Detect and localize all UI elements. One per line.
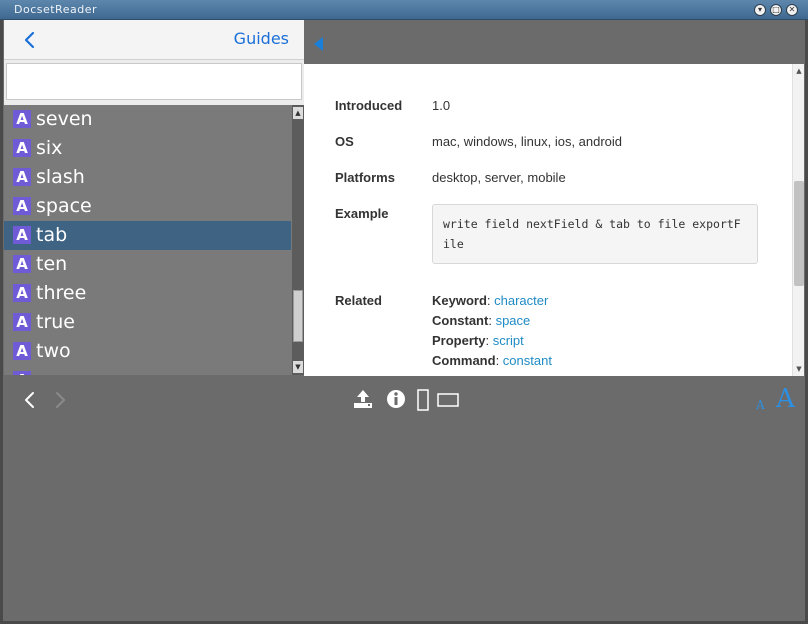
separator: :	[488, 313, 496, 328]
font-larger-button[interactable]: A	[776, 384, 795, 414]
related-item: Constant: space	[432, 313, 530, 328]
chevron-left-icon[interactable]	[20, 30, 40, 50]
search-area	[4, 60, 304, 105]
introduced-value: 1.0	[432, 98, 451, 113]
list-item[interactable]: Asix	[4, 134, 291, 163]
list-item[interactable]: Aspace	[4, 192, 291, 221]
portrait-icon[interactable]	[417, 389, 429, 411]
keyword-type-badge: A	[13, 226, 31, 244]
related-link[interactable]: character	[494, 293, 548, 308]
related-item: Property: script	[432, 333, 524, 348]
related-type: Constant	[432, 313, 489, 328]
list-item[interactable]: Atab	[4, 221, 291, 250]
list-item-label: ten	[36, 253, 68, 275]
keyword-type-badge: A	[13, 284, 31, 302]
list-item[interactable]: Aten	[4, 250, 291, 279]
list-item-label: true	[36, 311, 75, 333]
list-item-label: space	[36, 195, 92, 217]
maximize-icon[interactable]: □	[770, 4, 782, 16]
list-item-label: seven	[36, 108, 93, 130]
related-link[interactable]: script	[493, 333, 524, 348]
related-item: Command: constant	[432, 353, 552, 368]
keyword-type-badge: A	[13, 139, 31, 157]
list-item-label: slash	[36, 166, 85, 188]
related-label: Related	[335, 293, 382, 308]
info-icon[interactable]	[385, 388, 407, 410]
list-item-label: six	[36, 137, 63, 159]
sidebar-toggle-icon[interactable]	[314, 37, 323, 51]
list-item[interactable]: Aseven	[4, 105, 291, 134]
keyword-type-badge: A	[13, 255, 31, 273]
keyword-type-badge: A	[13, 168, 31, 186]
content-scroll-up[interactable]: ▲	[794, 66, 804, 76]
minimize-icon[interactable]: ▾	[754, 4, 766, 16]
list-item[interactable]: Atwo	[4, 337, 291, 366]
chevron-left-icon[interactable]	[22, 390, 38, 410]
example-code: write field nextField & tab to file expo…	[432, 204, 758, 264]
list-item[interactable]: A	[4, 366, 291, 375]
scroll-thumb[interactable]	[293, 290, 303, 342]
list-item[interactable]: Aslash	[4, 163, 291, 192]
font-smaller-button[interactable]: A	[756, 398, 765, 412]
term-list: Aseven Asix Aslash Aspace Atab Aten Athree Atru…	[4, 105, 291, 375]
close-icon[interactable]: ✕	[786, 4, 798, 16]
share-icon[interactable]	[352, 388, 374, 410]
separator: :	[495, 353, 503, 368]
related-type: Keyword	[432, 293, 487, 308]
list-item-label: tab	[36, 224, 68, 246]
introduced-label: Introduced	[335, 98, 403, 113]
related-link[interactable]: space	[496, 313, 531, 328]
list-item-label: three	[36, 282, 87, 304]
keyword-type-badge: A	[13, 110, 31, 128]
related-type: Command	[432, 353, 496, 368]
list-item-label: two	[36, 340, 71, 362]
keyword-type-badge: A	[13, 371, 31, 375]
doc-content: Introduced 1.0 OS mac, windows, linux, i…	[304, 64, 804, 376]
sidebar-nav: Guides	[4, 20, 304, 60]
list-item[interactable]: Atrue	[4, 308, 291, 337]
related-item: Keyword: character	[432, 293, 548, 308]
scroll-down-button[interactable]: ▼	[293, 361, 303, 373]
landscape-icon[interactable]	[437, 393, 459, 407]
related-type: Property	[432, 333, 486, 348]
window-title: DocsetReader	[14, 3, 97, 16]
platforms-label: Platforms	[335, 170, 395, 185]
content-scroll-thumb[interactable]	[794, 181, 804, 286]
sidebar: Guides Aseven Asix Aslash Aspace Atab Aten Ath…	[4, 20, 304, 375]
title-bar[interactable]: DocsetReader ▾ □ ✕	[0, 0, 808, 20]
keyword-type-badge: A	[13, 197, 31, 215]
keyword-type-badge: A	[13, 313, 31, 331]
os-value: mac, windows, linux, ios, android	[432, 134, 623, 149]
related-link[interactable]: constant	[503, 353, 552, 368]
content-scrollbar[interactable]: ▲ ▼	[792, 64, 804, 376]
platforms-value: desktop, server, mobile	[432, 170, 566, 185]
bottom-toolbar: A A	[4, 376, 804, 424]
scroll-up-button[interactable]: ▲	[293, 107, 303, 119]
list-scrollbar[interactable]: ▲ ▼	[292, 105, 304, 375]
keyword-type-badge: A	[13, 342, 31, 360]
chevron-right-icon[interactable]	[52, 390, 68, 410]
separator: :	[485, 333, 493, 348]
example-label: Example	[335, 206, 389, 221]
content-scroll-down[interactable]: ▼	[794, 364, 804, 374]
search-input[interactable]	[6, 63, 302, 100]
os-label: OS	[335, 134, 354, 149]
list-item[interactable]: Athree	[4, 279, 291, 308]
guides-button[interactable]: Guides	[234, 29, 289, 48]
